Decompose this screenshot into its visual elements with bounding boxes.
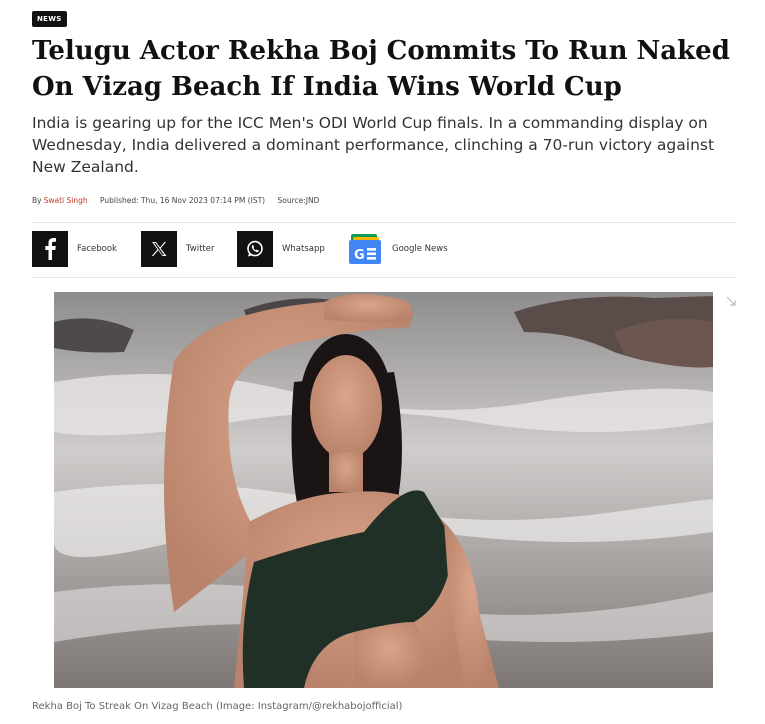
- image-caption: Rekha Boj To Streak On Vizag Beach (Imag…: [32, 701, 403, 712]
- divider-top: [32, 222, 736, 223]
- share-twitter[interactable]: Twitter: [141, 231, 215, 267]
- whatsapp-icon: [237, 231, 273, 267]
- published-date: Published: Thu, 16 Nov 2023 07:14 PM (IS…: [100, 196, 266, 205]
- google-news-icon: G: [347, 231, 383, 267]
- expand-icon[interactable]: [726, 293, 736, 311]
- share-google-news[interactable]: G Google News: [347, 231, 448, 267]
- share-twitter-label: Twitter: [186, 244, 215, 254]
- article-summary: India is gearing up for the ICC Men's OD…: [32, 114, 715, 176]
- share-facebook-label: Facebook: [77, 244, 117, 254]
- share-whatsapp[interactable]: Whatsapp: [237, 231, 325, 267]
- facebook-icon: [32, 231, 68, 267]
- article-image: [54, 292, 713, 688]
- byline-prefix: By: [32, 196, 42, 205]
- share-facebook[interactable]: Facebook: [32, 231, 117, 267]
- share-whatsapp-label: Whatsapp: [282, 244, 325, 254]
- author-link[interactable]: Swati Singh: [44, 196, 88, 205]
- svg-text:G: G: [354, 248, 365, 263]
- x-twitter-icon: [141, 231, 177, 267]
- category-badge[interactable]: NEWS: [32, 11, 67, 27]
- article-meta: By Swati Singh Published: Thu, 16 Nov 202…: [32, 196, 329, 205]
- article-headline: Telugu Actor Rekha Boj Commits To Run Na…: [32, 36, 730, 102]
- divider-bottom: [32, 277, 736, 278]
- share-google-news-label: Google News: [392, 244, 448, 254]
- article-source: Source:JND: [277, 196, 320, 205]
